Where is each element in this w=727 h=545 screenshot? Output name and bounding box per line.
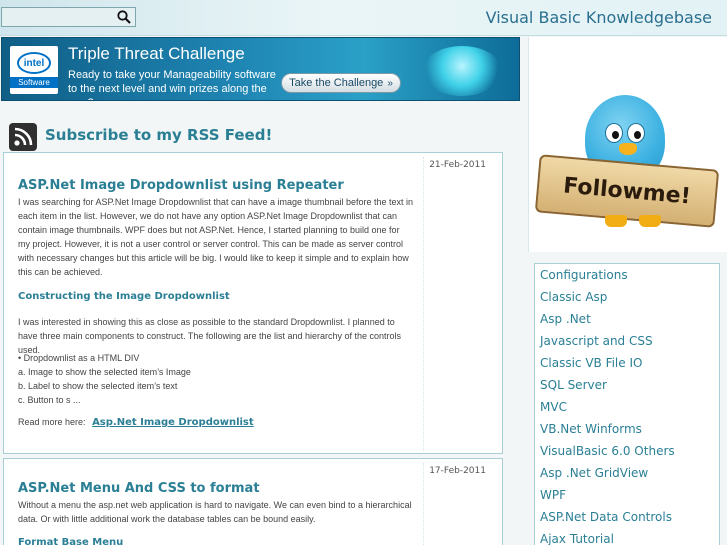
category-link[interactable]: Configurations xyxy=(535,264,719,286)
read-more-label: Read more here: xyxy=(18,417,86,427)
rss-subscribe-link[interactable]: Subscribe to my RSS Feed! xyxy=(45,126,272,144)
category-link[interactable]: VB.Net Winforms xyxy=(535,418,719,440)
read-more: Read more here: Asp.Net Image Dropdownli… xyxy=(18,417,254,428)
bird-eye xyxy=(605,123,623,143)
category-link[interactable]: WPF xyxy=(535,484,719,506)
search-icon xyxy=(117,10,131,24)
post-intro: Without a menu the asp.net web applicati… xyxy=(18,500,412,524)
banner-orb-graphic xyxy=(422,46,502,96)
site-title[interactable]: Visual Basic Knowledgebase xyxy=(486,8,712,27)
bird-beak xyxy=(619,143,637,155)
category-link[interactable]: Asp .Net xyxy=(535,308,719,330)
category-link[interactable]: VisualBasic 6.0 Others xyxy=(535,440,719,462)
intel-logo-mark: intel xyxy=(17,52,51,74)
search-input[interactable] xyxy=(2,8,114,26)
read-more-link[interactable]: Asp.Net Image Dropdownlist xyxy=(92,417,254,428)
take-challenge-label: Take the Challenge xyxy=(289,77,384,89)
banner-title: Triple Threat Challenge xyxy=(68,44,245,63)
intel-logo-sub: Software xyxy=(10,77,58,88)
double-chevron-icon: » xyxy=(387,77,393,89)
category-list: Configurations Classic Asp Asp .Net Java… xyxy=(534,263,720,545)
post-subheading: Format Base Menu xyxy=(18,537,124,545)
category-link[interactable]: ASP.Net Data Controls xyxy=(535,506,719,528)
post-card: 17-Feb-2011 ASP.Net Menu And CSS to form… xyxy=(3,458,503,545)
bird-foot xyxy=(639,215,661,227)
intel-logo: intel Software xyxy=(10,46,58,94)
category-link[interactable]: Classic VB File IO xyxy=(535,352,719,374)
post-date: 17-Feb-2011 xyxy=(429,466,486,476)
post-list-item: a. Image to show the selected item’s Ima… xyxy=(18,367,191,377)
category-link[interactable]: SQL Server xyxy=(535,374,719,396)
category-link[interactable]: MVC xyxy=(535,396,719,418)
post-subheading: Constructing the Image Dropdownlist xyxy=(18,291,230,302)
category-link[interactable]: Javascript and CSS xyxy=(535,330,719,352)
bird-foot xyxy=(605,215,627,227)
post-list-item: c. Button to s ... xyxy=(18,395,81,405)
bird-feet xyxy=(599,215,669,229)
category-link[interactable]: Asp .Net GridView xyxy=(535,462,719,484)
search-box xyxy=(1,7,136,27)
rss-icon[interactable] xyxy=(9,123,37,151)
take-challenge-button[interactable]: Take the Challenge » xyxy=(281,73,401,93)
follow-me-widget[interactable]: Followme! xyxy=(528,37,727,252)
banner-subtitle: Ready to take your Manageability softwar… xyxy=(68,69,276,100)
post-date: 21-Feb-2011 xyxy=(429,160,486,170)
category-link[interactable]: Ajax Tutorial xyxy=(535,528,719,545)
post-title[interactable]: ASP.Net Image Dropdownlist using Repeate… xyxy=(18,178,344,193)
category-link[interactable]: Classic Asp xyxy=(535,286,719,308)
bird-eye xyxy=(627,123,645,143)
search-button[interactable] xyxy=(113,8,135,26)
post-list-item: b. Label to show the selected item’s tex… xyxy=(18,381,178,391)
site-header: Visual Basic Knowledgebase xyxy=(0,0,727,36)
post-intro: I was searching for ASP.Net Image Dropdo… xyxy=(18,197,414,277)
post-card: 21-Feb-2011 ASP.Net Image Dropdownlist u… xyxy=(3,152,503,454)
post-title[interactable]: ASP.Net Menu And CSS to format xyxy=(18,481,260,496)
post-list-item: • Dropdownlist as a HTML DIV xyxy=(18,353,140,363)
banner-ad[interactable]: intel Software Triple Threat Challenge R… xyxy=(1,37,520,101)
